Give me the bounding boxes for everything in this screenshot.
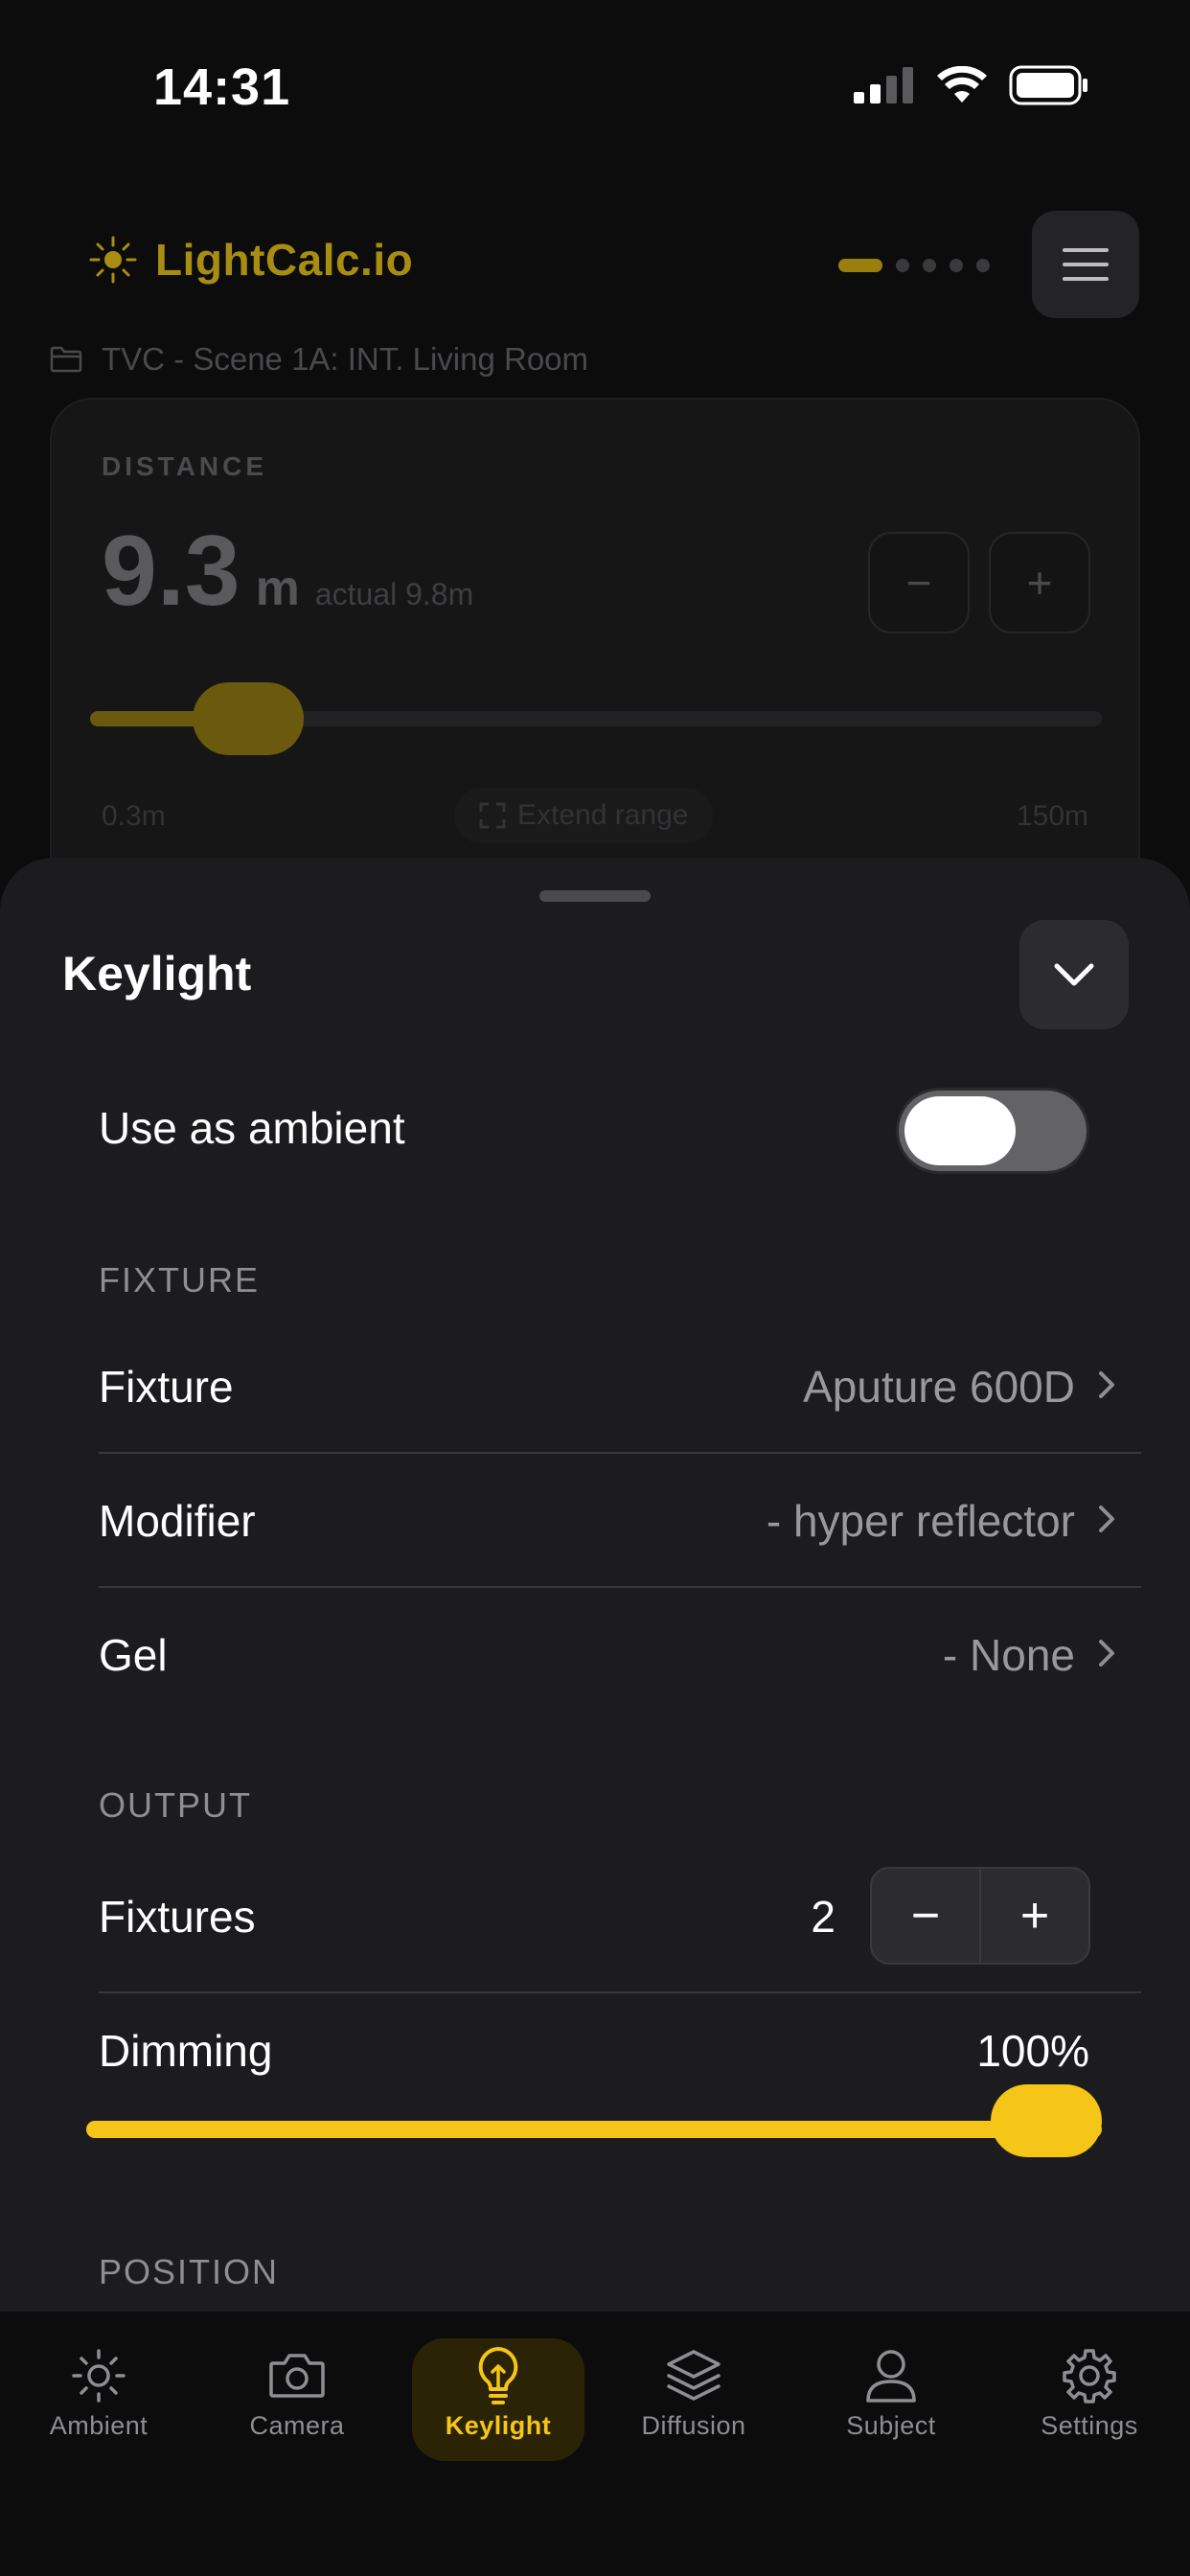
chevron-right-icon (1099, 1371, 1114, 1398)
fixtures-increment-button[interactable]: + (979, 1869, 1088, 1963)
distance-card: DISTANCE 9.3 m actual 9.8m − + 0.3m Exte… (50, 398, 1140, 934)
collapse-sheet-button[interactable] (1019, 920, 1129, 1029)
page-indicator-active (838, 259, 882, 272)
status-icons (854, 65, 1089, 105)
gel-label[interactable]: Gel (99, 1629, 168, 1681)
project-name: TVC - Scene 1A: INT. Living Room (102, 341, 589, 377)
range-min: 0.3m (102, 800, 166, 832)
distance-slider[interactable] (90, 682, 1102, 755)
divider (99, 1991, 1141, 1993)
toggle-knob (904, 1096, 1016, 1165)
tab-label: Camera (249, 2411, 345, 2440)
gel-value[interactable]: - None (943, 1629, 1075, 1681)
output-section-header: OUTPUT (99, 1785, 252, 1825)
person-icon (866, 2350, 916, 2403)
dimming-value: 100% (976, 2026, 1089, 2076)
tab-subject[interactable]: Subject (805, 2338, 977, 2461)
tab-label: Subject (846, 2411, 936, 2440)
sheet-grabber[interactable] (539, 890, 651, 902)
dimming-slider-thumb[interactable] (991, 2084, 1102, 2157)
folder-icon (50, 346, 82, 373)
status-time: 14:31 (153, 58, 291, 116)
distance-slider-thumb[interactable] (193, 682, 305, 755)
fixture-label[interactable]: Fixture (99, 1361, 234, 1413)
use-as-ambient-toggle[interactable] (896, 1088, 1089, 1174)
fixtures-label: Fixtures (99, 1892, 256, 1942)
sheet-title: Keylight (62, 947, 252, 1000)
modifier-label[interactable]: Modifier (99, 1495, 256, 1547)
position-section-header: POSITION (99, 2252, 280, 2291)
distance-value: 9.3 m actual 9.8m (102, 515, 473, 629)
tab-bar: Ambient Camera Keylight Diffusion Subjec… (0, 2310, 1190, 2576)
fixtures-decrement-button[interactable]: − (872, 1869, 979, 1963)
app-logo: LightCalc.io (57, 230, 413, 289)
extend-range-button[interactable]: Extend range (454, 788, 714, 843)
extend-range-label: Extend range (517, 799, 689, 831)
gear-icon (1063, 2349, 1116, 2404)
fixtures-count: 2 (811, 1892, 835, 1942)
menu-button[interactable] (1032, 211, 1139, 318)
divider (99, 1452, 1141, 1454)
fixtures-stepper: − + (870, 1867, 1090, 1965)
dimming-slider[interactable] (86, 2084, 1102, 2157)
page-indicator-dot (896, 259, 909, 272)
layers-icon (667, 2350, 721, 2401)
distance-number: 9.3 (102, 516, 240, 627)
tab-settings[interactable]: Settings (1003, 2338, 1176, 2461)
tab-ambient[interactable]: Ambient (12, 2338, 185, 2461)
expand-icon (479, 802, 506, 829)
distance-plus-button[interactable]: + (989, 532, 1090, 633)
page-indicator (838, 259, 990, 272)
tab-label: Settings (1041, 2411, 1138, 2440)
cellular-signal-icon (854, 67, 913, 104)
tab-label: Diffusion (641, 2411, 746, 2440)
tab-keylight[interactable]: Keylight (412, 2338, 584, 2461)
fixture-section-header: FIXTURE (99, 1260, 261, 1300)
page-indicator-dot (976, 259, 990, 272)
divider (99, 1586, 1141, 1588)
chevron-right-icon (1099, 1506, 1114, 1532)
chevron-down-icon (1054, 963, 1094, 986)
distance-minus-button[interactable]: − (868, 532, 970, 633)
distance-actual: actual 9.8m (314, 577, 474, 611)
keylight-sheet: Keylight Use as ambient FIXTURE Fixture … (0, 858, 1190, 2314)
page-indicator-dot (950, 259, 963, 272)
logo-text: LightCalc.io (155, 235, 414, 285)
sun-icon (72, 2349, 126, 2403)
distance-label: DISTANCE (102, 451, 268, 481)
dimming-label: Dimming (99, 2026, 273, 2076)
page-indicator-dot (923, 259, 936, 272)
tab-label: Ambient (49, 2411, 149, 2440)
range-max: 150m (1016, 800, 1088, 832)
tab-camera[interactable]: Camera (211, 2338, 383, 2461)
hamburger-icon (1063, 248, 1109, 281)
logo-mark-icon (66, 236, 137, 284)
tab-diffusion[interactable]: Diffusion (607, 2338, 780, 2461)
modifier-value[interactable]: - hyper reflector (767, 1495, 1075, 1547)
distance-unit: m (255, 561, 300, 616)
camera-icon (269, 2354, 325, 2398)
lightbulb-icon (478, 2347, 518, 2404)
fixture-value[interactable]: Aputure 600D (803, 1361, 1075, 1413)
project-breadcrumb[interactable]: TVC - Scene 1A: INT. Living Room (50, 341, 588, 378)
use-as-ambient-label: Use as ambient (99, 1103, 405, 1153)
battery-icon (1009, 65, 1087, 105)
wifi-icon (937, 66, 987, 103)
tab-label: Keylight (445, 2411, 552, 2440)
chevron-right-icon (1099, 1640, 1114, 1667)
